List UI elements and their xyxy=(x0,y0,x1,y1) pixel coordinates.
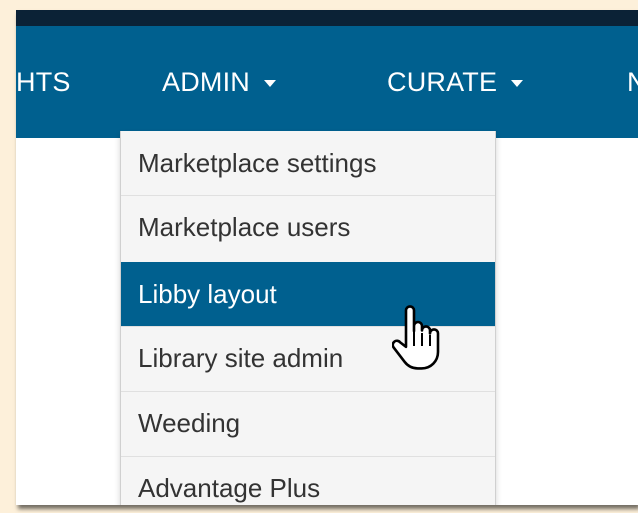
menu-item-label: Marketplace settings xyxy=(138,147,377,178)
menu-item-label: Advantage Plus xyxy=(138,473,321,503)
main-navbar: HTS ADMIN CURATE N xyxy=(16,26,638,138)
nav-item-admin[interactable]: ADMIN xyxy=(162,26,276,138)
menu-item-advantage-plus[interactable]: Advantage Plus xyxy=(121,456,495,505)
menu-item-label: Library site admin xyxy=(138,343,344,373)
caret-down-icon xyxy=(511,79,524,87)
menu-item-marketplace-users[interactable]: Marketplace users xyxy=(121,195,495,259)
nav-item-curate[interactable]: CURATE xyxy=(387,26,524,138)
menu-item-label: Marketplace users xyxy=(138,212,351,242)
nav-item-label: N xyxy=(627,66,638,97)
nav-item-label: ADMIN xyxy=(162,66,250,97)
nav-item-next[interactable]: N xyxy=(627,26,638,138)
app-window: HTS ADMIN CURATE N Marketplace settings … xyxy=(16,10,638,505)
nav-item-label: CURATE xyxy=(387,66,498,97)
caret-down-icon xyxy=(264,79,276,87)
hand-pointer-cursor-icon xyxy=(392,305,440,370)
menu-item-label: Weeding xyxy=(138,408,241,438)
menu-item-weeding[interactable]: Weeding xyxy=(121,391,495,455)
top-strip xyxy=(16,10,638,26)
nav-item-label: HTS xyxy=(16,66,71,97)
nav-item-rights[interactable]: HTS xyxy=(16,26,71,138)
menu-item-marketplace-settings[interactable]: Marketplace settings xyxy=(121,131,495,195)
menu-item-label: Libby layout xyxy=(138,279,277,309)
